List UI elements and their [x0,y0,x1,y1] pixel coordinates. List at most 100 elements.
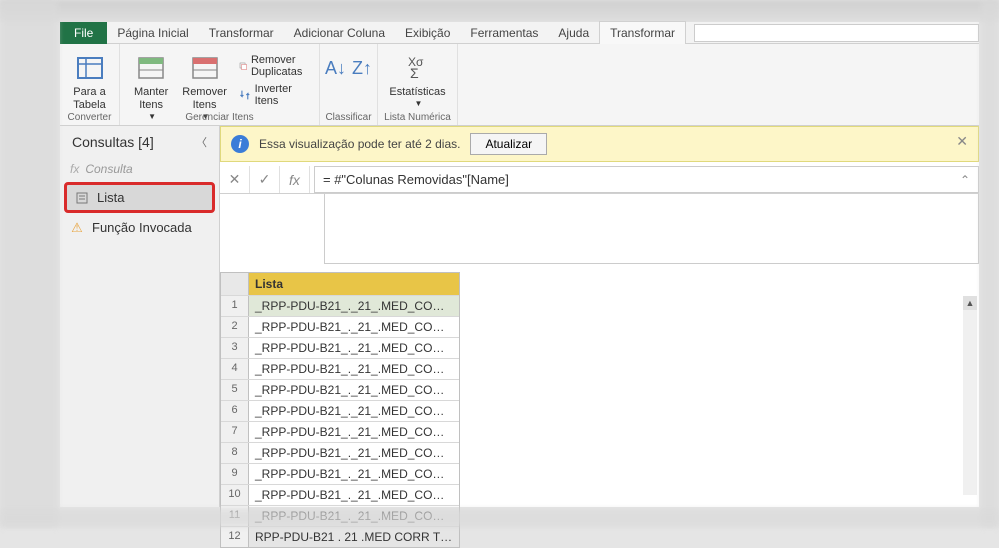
remove-duplicates-icon [239,59,247,73]
accept-formula-button[interactable]: ✓ [250,166,280,193]
estatisticas-button[interactable]: XσΣ Estatísticas▼ [386,48,449,113]
row-number: 2 [221,317,249,337]
table-row[interactable]: 1_RPP-PDU-B21_._21_.MED_CORR_TC_01.V... [221,295,459,316]
table-row[interactable]: 7_RPP-PDU-B21_._21_.MED_CORR_TC_07.V... [221,421,459,442]
table-row[interactable]: 6_RPP-PDU-B21_._21_.MED_CORR_TC_06.V... [221,400,459,421]
tab-adicionar-coluna[interactable]: Adicionar Coluna [284,22,395,44]
expand-formula-button[interactable]: ⌃ [960,173,970,187]
row-number: 10 [221,485,249,505]
formula-value: = #"Colunas Removidas"[Name] [323,172,509,187]
group-gerenciar-label: Gerenciar Itens [120,112,319,123]
remover-itens-button[interactable]: Remover Itens▼ [176,48,233,110]
column-header-lista[interactable]: Lista [249,273,459,295]
cell-value: _RPP-PDU-B21_._21_.MED_CORR_TC_08.V... [249,443,459,463]
table-icon [74,52,106,84]
table-row[interactable]: 5_RPP-PDU-B21_._21_.MED_CORR_TC_05.V... [221,379,459,400]
para-tabela-button[interactable]: Para a Tabela [68,48,111,116]
cell-value: _RPP-PDU-B21_._21_.MED_CORR_TC_01.V... [249,296,459,316]
list-icon [75,191,89,205]
data-grid: Lista 1_RPP-PDU-B21_._21_.MED_CORR_TC_01… [220,272,460,548]
estatisticas-label: Estatísticas [389,86,445,99]
info-icon: i [231,135,249,153]
vertical-scrollbar[interactable]: ▲ [963,296,977,495]
manter-itens-button[interactable]: Manter Itens▼ [128,48,174,110]
cell-value: _RPP-PDU-B21_._21_.MED_CORR_TC_07.V... [249,422,459,442]
row-number: 3 [221,338,249,358]
collapse-panel-button[interactable]: 〈 [196,134,207,150]
warning-icon: ⚠ [70,221,84,235]
table-row[interactable]: 10_RPP-PDU-B21_._21_.MED_CORR_TC_10.V... [221,484,459,505]
keep-rows-icon [135,52,167,84]
cell-value: _RPP-PDU-B21_._21_.MED_CORR_TC_02.V... [249,317,459,337]
cell-value: _RPP-PDU-B21_._21_.MED_CORR_TC_04.V... [249,359,459,379]
scroll-up-button[interactable]: ▲ [963,296,977,310]
table-row[interactable]: 4_RPP-PDU-B21_._21_.MED_CORR_TC_04.V... [221,358,459,379]
query-item-lista[interactable]: Lista [64,182,215,213]
query-item-label: Lista [97,190,124,205]
cell-value: RPP-PDU-B21 . 21 .MED CORR TC 12.V... [249,527,459,547]
search-input[interactable] [694,24,979,42]
file-tab[interactable]: File [60,22,107,44]
query-item-funcao[interactable]: ⚠ Função Invocada [60,215,219,240]
tab-exibicao[interactable]: Exibição [395,22,460,44]
query-item-label: Função Invocada [92,220,192,235]
para-tabela-label: Para a Tabela [73,86,105,112]
reverse-icon [239,88,251,102]
fx-icon: fx [70,162,79,176]
formula-input[interactable]: = #"Colunas Removidas"[Name] ⌃ [314,166,979,193]
inverter-itens-label: Inverter Itens [255,83,309,107]
row-number: 6 [221,401,249,421]
remover-duplicatas-label: Remover Duplicatas [251,54,308,78]
manter-itens-label: Manter Itens [134,86,168,112]
table-row[interactable]: 8_RPP-PDU-B21_._21_.MED_CORR_TC_08.V... [221,442,459,463]
group-numerica-label: Lista Numérica [378,112,457,123]
row-number: 9 [221,464,249,484]
tab-pagina-inicial[interactable]: Página Inicial [107,22,198,44]
info-bar: i Essa visualização pode ter até 2 dias.… [220,126,979,162]
queries-title: Consultas [4] [72,134,154,150]
cell-value: _RPP-PDU-B21_._21_.MED_CORR_TC_09.V... [249,464,459,484]
table-row[interactable]: 12RPP-PDU-B21 . 21 .MED CORR TC 12.V... [221,526,459,547]
svg-text:Σ: Σ [410,65,419,81]
remover-itens-label: Remover Itens [182,86,227,112]
tab-transformar[interactable]: Transformar [199,22,284,44]
group-converter-label: Converter [60,112,119,123]
ribbon: Para a Tabela Converter Manter Itens▼ Re… [60,44,979,126]
row-number: 4 [221,359,249,379]
fx-button[interactable]: fx [280,166,310,193]
cell-value: _RPP-PDU-B21_._21_.MED_CORR_TC_03.V... [249,338,459,358]
table-row[interactable]: 3_RPP-PDU-B21_._21_.MED_CORR_TC_03.V... [221,337,459,358]
row-number: 8 [221,443,249,463]
cell-value: _RPP-PDU-B21_._21_.MED_CORR_TC_06.V... [249,401,459,421]
menu-bar: File Página Inicial Transformar Adiciona… [60,22,979,44]
rownum-header [221,273,249,295]
remover-duplicatas-button[interactable]: Remover Duplicatas [235,52,312,80]
statistics-icon: XσΣ [402,52,434,84]
tab-ferramentas[interactable]: Ferramentas [460,22,548,44]
row-number: 7 [221,422,249,442]
formula-bar: ✕ ✓ fx = #"Colunas Removidas"[Name] ⌃ [220,166,979,194]
formula-placeholder: Consulta [85,162,132,176]
chevron-down-icon: ▼ [415,99,423,109]
close-infobar-button[interactable]: ✕ [956,133,968,150]
formula-row-placeholder: fx Consulta [60,158,219,180]
row-number: 5 [221,380,249,400]
update-button[interactable]: Atualizar [470,133,547,155]
inverter-itens-button[interactable]: Inverter Itens [235,81,312,109]
grid-header: Lista [221,273,459,295]
sort-desc-button[interactable]: Z↑ [352,58,372,79]
main-area: i Essa visualização pode ter até 2 dias.… [220,126,979,507]
cancel-formula-button[interactable]: ✕ [220,166,250,193]
cell-value: _RPP-PDU-B21_._21_.MED_CORR_TC_10.V... [249,485,459,505]
row-number: 1 [221,296,249,316]
sort-asc-button[interactable]: A↓ [325,58,346,79]
formula-expand-area[interactable] [324,194,979,264]
group-classificar-label: Classificar [320,112,377,123]
tab-transformar-context[interactable]: Transformar [599,21,686,44]
tab-ajuda[interactable]: Ajuda [548,22,599,44]
cell-value: _RPP-PDU-B21_._21_.MED_CORR_TC_05.V... [249,380,459,400]
table-row[interactable]: 9_RPP-PDU-B21_._21_.MED_CORR_TC_09.V... [221,463,459,484]
table-row[interactable]: 2_RPP-PDU-B21_._21_.MED_CORR_TC_02.V... [221,316,459,337]
info-message: Essa visualização pode ter até 2 dias. [259,137,460,151]
row-number: 12 [221,527,249,547]
